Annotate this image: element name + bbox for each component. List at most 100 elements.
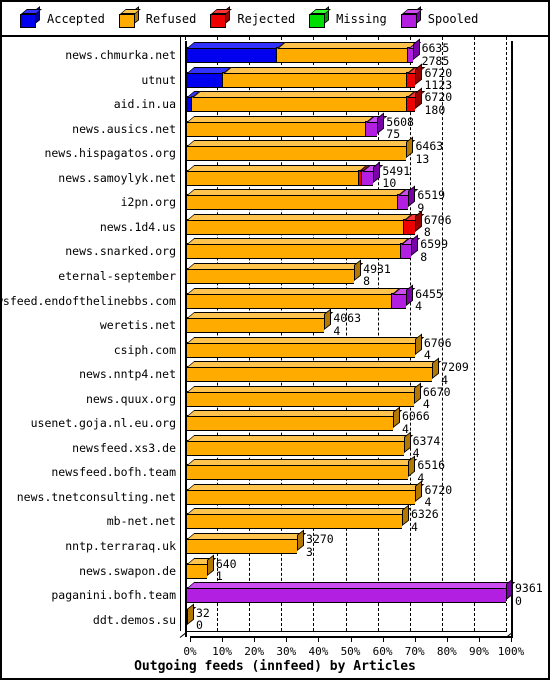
bar-row[interactable]: 6720 180 [2,87,548,115]
bar-top-face [186,213,413,221]
bar-secondary-value: 1 [215,569,223,584]
bar-side-face [415,480,423,502]
bar-value-label: 6720 180 [424,92,452,116]
legend-item-spooled[interactable]: Spooled [400,5,478,28]
bar-secondary-value: 4 [333,323,341,338]
plot-area: news.chmurka.net utnut aid.in.ua news.ausic… [2,37,548,678]
x-axis-tick-label: 0% [183,645,197,658]
bar-side-face [401,504,409,527]
bar-segment-refused [185,557,217,579]
x-axis-tick [511,638,512,642]
bar-row[interactable]: 6519 9 [2,185,548,213]
bar-row[interactable]: 6670 4 [2,382,548,410]
bar-segment-spooled [400,238,421,260]
bar-segment-spooled [396,189,418,211]
bar-top-face [186,410,403,418]
legend-item-accepted[interactable]: Accepted [20,5,105,28]
stacked-bar [185,308,334,334]
legend-item-refused[interactable]: Refused [118,5,196,28]
bar-secondary-value: 0 [515,593,522,608]
bar-value-label: 32 0 [196,607,210,633]
bar-top-face [186,508,412,516]
stacked-bar [185,210,425,235]
bar-row[interactable]: 6374 4 [2,431,548,459]
bar-row[interactable]: 7209 4 [2,357,548,385]
bar-row[interactable]: 6326 4 [2,504,548,534]
bar-segment-rejected [405,91,425,113]
bar-secondary-value: 3 [306,544,313,559]
bar-row[interactable]: 6463 13 [2,136,548,166]
bar-segment-refused [185,312,334,334]
stacked-bar [185,529,307,554]
bar-segment-refused [185,336,425,358]
bar-side-face [432,357,440,380]
bar-side-face [373,161,381,183]
bar-secondary-value: 0 [196,618,203,633]
bar-row[interactable]: 6706 8 [2,210,548,238]
bar-row[interactable]: 6720 1123 [2,63,548,91]
bar-top-face [186,533,307,540]
bar-value-label: 5491 10 [382,165,410,190]
y-axis-back-line [180,37,181,631]
stacked-bar [185,136,416,162]
bar-segment-spooled [364,115,387,137]
x-axis-tick-label: 30% [276,645,297,658]
x-axis-tick [190,638,191,642]
bar-value-label: 4931 8 [363,263,391,289]
bar-row[interactable]: 6516 4 [2,455,548,483]
bar-row[interactable]: 6599 8 [2,234,548,262]
legend-item-rejected[interactable]: Rejected [210,5,296,28]
bar-row[interactable]: 5608 75 [2,112,548,140]
bar-row[interactable]: 6635 2785 [2,38,548,66]
bar-row[interactable]: 640 1 [2,554,548,584]
bar-value-label: 4063 4 [333,313,361,337]
bar-top-face [186,115,375,123]
bar-row[interactable]: 5491 10 [2,161,548,189]
stacked-bar [185,259,364,284]
bar-segment-refused [275,42,417,63]
stacked-bar [185,357,442,383]
x-axis-tick-label: 100% [497,645,525,658]
bar-segment-refused [185,459,418,481]
bar-secondary-value: 13 [415,151,430,166]
bar-secondary-value: 8 [363,274,371,289]
bar-secondary-value: 4 [410,519,418,534]
bar-row[interactable]: 4931 8 [2,259,548,287]
bar-segment-accepted [185,66,232,88]
bar-side-face [297,529,305,551]
bar-side-face [415,87,423,110]
legend-label: Rejected [237,11,296,26]
stacked-bar [185,284,416,309]
bar-value-label: 6635 2785 [422,42,450,67]
bar-row[interactable]: 3270 3 [2,529,548,559]
bar-segment-refused [191,91,416,113]
bar-row[interactable]: 32 0 [2,603,548,631]
x-axis-tick-label: 20% [244,645,265,658]
bar-top-face [186,459,418,467]
bar-row[interactable]: 6455 4 [2,284,548,312]
bar-side-face [408,185,416,208]
bar-row[interactable]: 9361 0 [2,578,548,606]
bar-top-face [222,66,416,74]
bar-value-label: 6706 8 [424,214,452,239]
bar-segment-refused [185,189,407,211]
stacked-bar [185,185,418,211]
bar-top-face [186,434,413,442]
bar-row[interactable]: 6706 4 [2,333,548,361]
bar-row[interactable]: 6066 4 [2,406,548,434]
bar-row[interactable]: 4063 4 [2,308,548,336]
bar-value-label: 7209 4 [441,362,469,386]
bar-value-label: 6720 1123 [424,67,452,92]
bar-value-label: 9361 0 [515,583,543,607]
bar-segment-refused [185,533,307,554]
stacked-bar [185,87,425,113]
x-axis-tick [414,638,416,642]
chart-legend: Accepted Refused Rejected Missing Spooled [2,2,548,37]
legend-item-missing[interactable]: Missing [309,5,387,28]
stacked-bar [185,161,383,186]
bar-row[interactable]: 6720 4 [2,480,548,508]
bar-total-value: 3270 [306,532,334,546]
x-axis-tick-label: 60% [372,645,393,658]
bar-segment-refused [185,434,413,456]
bar-side-face [411,234,419,257]
